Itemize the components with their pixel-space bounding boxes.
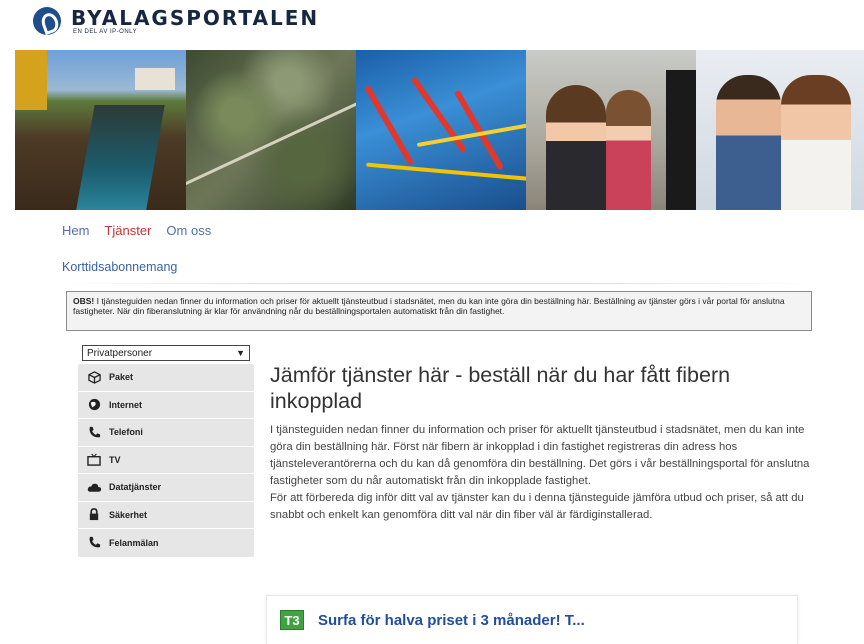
logo-icon [33,7,61,35]
lock-icon [86,508,102,522]
page-title: Jämför tjänster här - beställ när du har… [270,363,731,413]
customer-type-select[interactable]: Privatpersoner ▼ [82,345,250,361]
notice-lead: OBS! [73,296,95,306]
menu-item-label: Internet [109,399,143,410]
banner-image-excavation [15,50,186,210]
menu-item-telefoni[interactable]: Telefoni [78,419,254,447]
banner-image-cables [356,50,526,210]
banner-image-girls-computer [526,50,696,210]
divider [62,283,812,284]
menu-item-datatjanster[interactable]: Datatjänster [78,474,254,502]
menu-item-paket[interactable]: Paket [78,364,254,392]
banner-image-couple [696,50,864,210]
nav-item-om-oss[interactable]: Om oss [166,223,211,238]
provider-logo: T3 [280,610,304,630]
service-menu: Paket Internet Telefoni TV Datatjänster … [78,364,254,557]
globe-icon [86,398,102,412]
intro-paragraph-2: För att förbereda dig inför ditt val av … [270,492,804,521]
nav-item-hem[interactable]: Hem [62,223,89,238]
intro-text: I tjänsteguiden nedan finner du informat… [270,422,810,524]
menu-item-label: Felanmälan [109,537,159,548]
menu-item-label: Paket [109,372,134,383]
main-nav: Hem Tjänster Om oss [62,223,226,238]
menu-item-internet[interactable]: Internet [78,392,254,419]
nav-item-tjanster[interactable]: Tjänster [104,223,151,238]
tv-icon [86,453,102,467]
phone-icon [86,425,102,439]
site-logo[interactable]: BYALAGSPORTALEN EN DEL AV IP-ONLY [33,7,319,35]
notice-text: I tjänsteguiden nedan finner du informat… [73,296,785,316]
intro-paragraph-1: I tjänsteguiden nedan finner du informat… [270,424,810,487]
dropdown-arrow-icon: ▼ [236,348,245,358]
select-value: Privatpersoner [87,347,153,359]
subnav-item-korttidsabonnemang[interactable]: Korttidsabonnemang [62,260,177,274]
menu-item-tv[interactable]: TV [78,447,254,474]
menu-item-label: Telefoni [109,427,143,438]
menu-item-sakerhet[interactable]: Säkerhet [78,502,254,529]
menu-item-label: Säkerhet [109,509,148,520]
hero-banner [15,50,864,210]
banner-image-aerial [186,50,356,210]
offer-title[interactable]: Surfa för halva priset i 3 månader! T... [318,612,585,629]
phone-icon [86,536,102,550]
notice-box: OBS! I tjänsteguiden nedan finner du inf… [66,291,812,331]
menu-item-label: TV [109,454,121,465]
cloud-icon [86,480,102,494]
offer-card[interactable]: T3 Surfa för halva priset i 3 månader! T… [266,595,798,644]
box-icon [86,370,102,384]
menu-item-felanmalan[interactable]: Felanmälan [78,529,254,557]
menu-item-label: Datatjänster [109,482,162,493]
logo-title: BYALAGSPORTALEN [71,5,320,30]
